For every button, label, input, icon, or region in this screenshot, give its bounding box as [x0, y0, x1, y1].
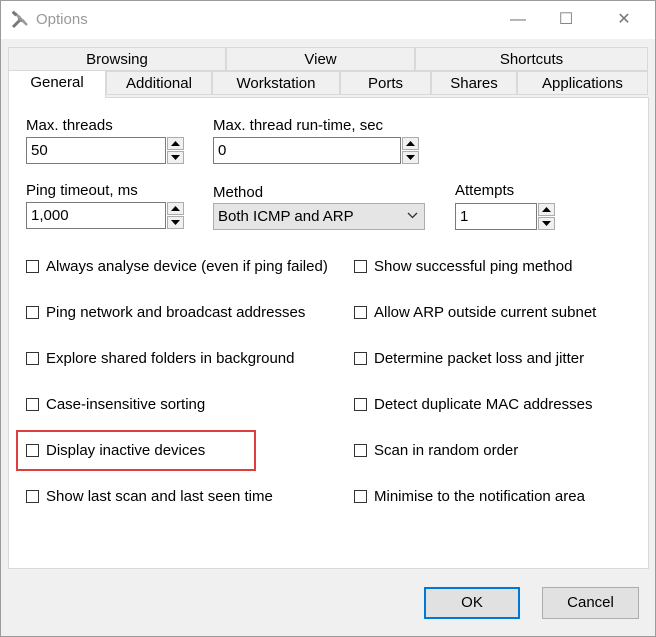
cancel-button[interactable]: Cancel: [542, 587, 639, 619]
checkbox-label: Ping network and broadcast addresses: [46, 304, 306, 321]
tab-shares[interactable]: Shares: [431, 71, 517, 95]
tab-applications[interactable]: Applications: [517, 71, 648, 95]
max-threads-up-button[interactable]: [167, 137, 184, 150]
checkbox-box[interactable]: [354, 490, 367, 503]
checkbox-label: Determine packet loss and jitter: [374, 350, 585, 367]
checkbox-label: Show successful ping method: [374, 258, 573, 275]
method-select[interactable]: Both ICMP and ARP: [213, 203, 425, 230]
options-window: Options — ☐ ✕ Browsing View Shortcuts Ge…: [0, 0, 656, 637]
checkbox-box[interactable]: [26, 398, 39, 411]
arrow-up-icon: [406, 141, 415, 146]
checkbox-box[interactable]: [354, 260, 367, 273]
ping-timeout-label: Ping timeout, ms: [26, 182, 138, 199]
checkbox-box[interactable]: [26, 260, 39, 273]
tab-workstation[interactable]: Workstation: [212, 71, 340, 95]
checkbox-label: Detect duplicate MAC addresses: [374, 396, 593, 413]
close-button[interactable]: ✕: [601, 5, 647, 35]
checkbox-label: Minimise to the notification area: [374, 488, 585, 505]
checkbox-box[interactable]: [354, 306, 367, 319]
attempts-label: Attempts: [455, 182, 515, 199]
highlight-box: [16, 430, 256, 471]
checkbox-box[interactable]: [354, 352, 367, 365]
arrow-down-icon: [171, 220, 180, 225]
tab-ports[interactable]: Ports: [340, 71, 431, 95]
method-value: Both ICMP and ARP: [218, 208, 354, 225]
arrow-up-icon: [171, 141, 180, 146]
window-title: Options: [36, 11, 88, 28]
checkbox-label: Case-insensitive sorting: [46, 396, 206, 413]
attempts-spinner: 1: [455, 203, 557, 230]
ping-timeout-up-button[interactable]: [167, 202, 184, 215]
max-threads-label: Max. threads: [26, 117, 113, 134]
maximize-button[interactable]: ☐: [543, 5, 589, 35]
checkbox-box[interactable]: [354, 444, 367, 457]
attempts-input[interactable]: 1: [455, 203, 537, 230]
ping-timeout-spinner: 1,000: [26, 202, 186, 229]
checkbox-box[interactable]: [26, 352, 39, 365]
max-runtime-down-button[interactable]: [402, 151, 419, 164]
max-runtime-up-button[interactable]: [402, 137, 419, 150]
max-runtime-spinner: 0: [213, 137, 423, 164]
checkbox-box[interactable]: [26, 490, 39, 503]
tab-additional[interactable]: Additional: [106, 71, 212, 95]
checkbox-label: Always analyse device (even if ping fail…: [46, 258, 328, 275]
method-label: Method: [213, 184, 264, 201]
arrow-down-icon: [171, 155, 180, 160]
ok-button[interactable]: OK: [424, 587, 520, 619]
checkbox-label: Show last scan and last seen time: [46, 488, 273, 505]
max-runtime-input[interactable]: 0: [213, 137, 401, 164]
arrow-up-icon: [542, 207, 551, 212]
tab-general[interactable]: General: [8, 70, 106, 98]
tools-icon: [11, 10, 28, 29]
chevron-down-icon: [407, 212, 418, 219]
attempts-down-button[interactable]: [538, 217, 555, 230]
attempts-up-button[interactable]: [538, 203, 555, 216]
arrow-up-icon: [171, 206, 180, 211]
ping-timeout-input[interactable]: 1,000: [26, 202, 166, 229]
checkbox-label: Scan in random order: [374, 442, 519, 459]
checkbox-label: Explore shared folders in background: [46, 350, 295, 367]
max-threads-input[interactable]: 50: [26, 137, 166, 164]
arrow-down-icon: [406, 155, 415, 160]
tab-browsing[interactable]: Browsing: [8, 47, 226, 71]
arrow-down-icon: [542, 221, 551, 226]
tab-shortcuts[interactable]: Shortcuts: [415, 47, 648, 71]
max-threads-spinner: 50: [26, 137, 186, 164]
checkbox-box[interactable]: [26, 306, 39, 319]
checkbox-label: Allow ARP outside current subnet: [374, 304, 597, 321]
minimize-button[interactable]: —: [495, 5, 541, 35]
checkbox-box[interactable]: [354, 398, 367, 411]
max-runtime-label: Max. thread run-time, sec: [213, 117, 384, 134]
tab-view[interactable]: View: [226, 47, 415, 71]
max-threads-down-button[interactable]: [167, 151, 184, 164]
ping-timeout-down-button[interactable]: [167, 216, 184, 229]
title-bar: Options — ☐ ✕: [1, 1, 655, 39]
